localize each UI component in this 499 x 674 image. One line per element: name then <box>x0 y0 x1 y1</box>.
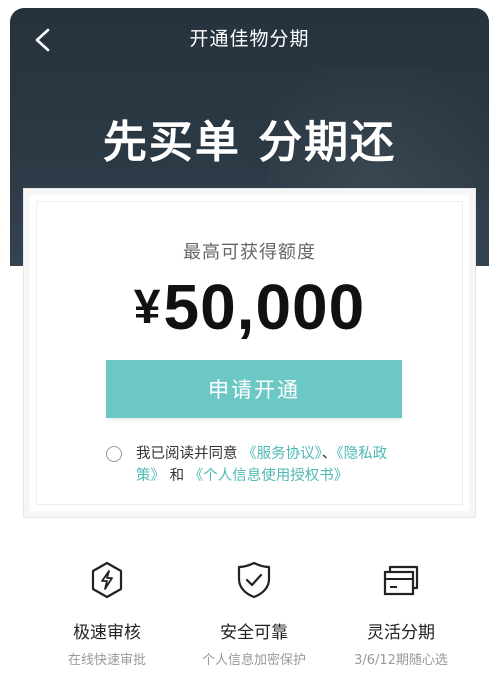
feature-subtitle: 个人信息加密保护 <box>201 653 306 668</box>
feature-subtitle: 3/6/12期随心选 <box>354 653 448 668</box>
page-title: 开通佳物分期 <box>189 28 310 50</box>
agreement-text: 我已阅读并同意 《服务协议》、《隐私政策》 和 《个人信息使用授权书》 <box>136 443 406 487</box>
agreement-radio[interactable] <box>106 446 122 462</box>
credit-amount: ¥50,000 <box>0 270 499 344</box>
feature-title: 安全可靠 <box>220 623 288 643</box>
feature-title: 灵活分期 <box>367 623 435 643</box>
agreement-separator: 、 <box>321 446 337 462</box>
feature-flexible: 灵活分期 3/6/12期随心选 <box>331 560 471 668</box>
apply-button[interactable]: 申请开通 <box>106 360 402 418</box>
feature-title: 极速审核 <box>73 623 141 643</box>
amount-value: 50,000 <box>163 271 366 343</box>
feature-fast-review: 极速审核 在线快速审批 <box>37 560 177 668</box>
check-shield-icon <box>184 560 324 600</box>
agreement-prefix: 我已阅读并同意 <box>136 446 238 462</box>
hero-headline: 先买单 分期还 <box>102 117 397 168</box>
feature-subtitle: 在线快速审批 <box>67 653 146 668</box>
currency-symbol: ¥ <box>133 281 162 334</box>
card-stack-icon <box>331 560 471 600</box>
feature-secure: 安全可靠 个人信息加密保护 <box>184 560 324 668</box>
personal-info-auth-link[interactable]: 《个人信息使用授权书》 <box>189 468 349 484</box>
quota-label: 最高可获得额度 <box>183 242 316 263</box>
service-agreement-link[interactable]: 《服务协议》 <box>242 446 322 462</box>
lightning-shield-icon <box>37 560 177 600</box>
agreement-and: 和 <box>169 468 185 484</box>
